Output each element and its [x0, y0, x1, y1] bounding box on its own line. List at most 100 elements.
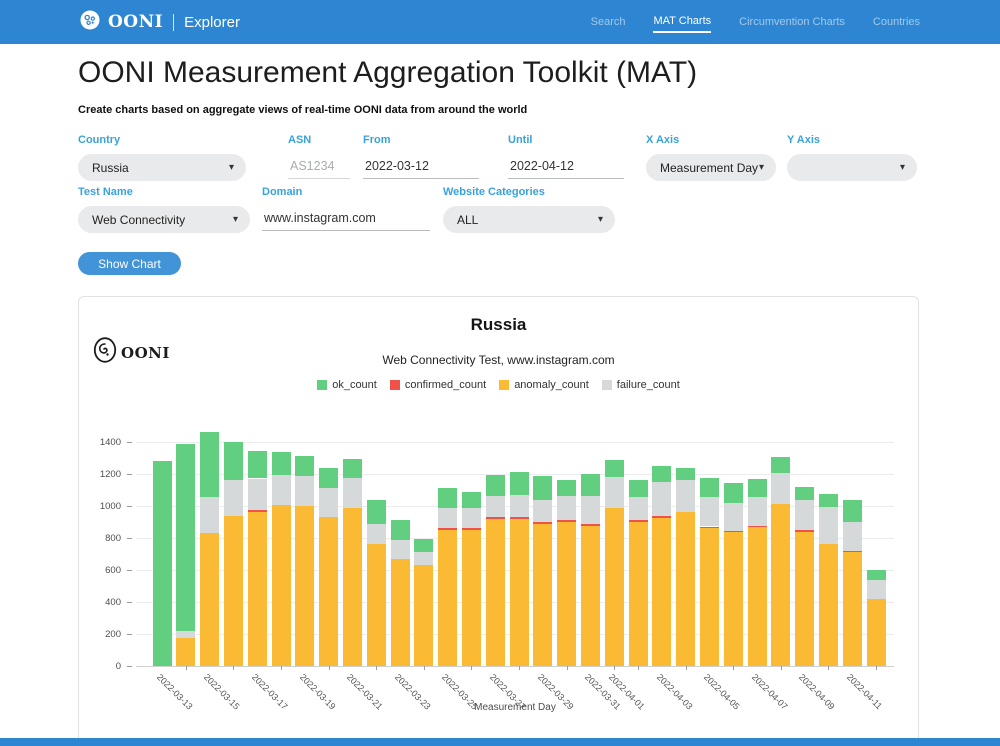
bar-segment-anomaly_count[interactable] — [581, 526, 600, 666]
bar-segment-ok_count[interactable] — [153, 461, 172, 666]
bar-segment-ok_count[interactable] — [843, 500, 862, 522]
bar-segment-confirmed_count[interactable] — [629, 520, 648, 522]
bar-segment-ok_count[interactable] — [533, 476, 552, 499]
bar-segment-failure_count[interactable] — [462, 508, 481, 528]
bar-segment-confirmed_count[interactable] — [724, 531, 743, 533]
bar-segment-ok_count[interactable] — [724, 483, 743, 503]
bar-segment-ok_count[interactable] — [343, 459, 362, 478]
bar-segment-anomaly_count[interactable] — [486, 519, 505, 666]
bar-segment-ok_count[interactable] — [676, 468, 695, 480]
bar-segment-ok_count[interactable] — [438, 488, 457, 508]
bar-segment-confirmed_count[interactable] — [557, 520, 576, 522]
bar-segment-anomaly_count[interactable] — [700, 528, 719, 666]
bar-segment-anomaly_count[interactable] — [367, 544, 386, 666]
bar-segment-ok_count[interactable] — [771, 457, 790, 473]
bar-segment-failure_count[interactable] — [224, 480, 243, 516]
bar-segment-anomaly_count[interactable] — [295, 506, 314, 666]
bar-segment-failure_count[interactable] — [176, 631, 195, 638]
nav-item-mat-charts[interactable]: MAT Charts — [653, 11, 711, 33]
website-categories-select[interactable]: ALL ▾ — [443, 206, 615, 233]
bar-segment-anomaly_count[interactable] — [414, 565, 433, 666]
bar-segment-failure_count[interactable] — [724, 503, 743, 531]
bar-segment-failure_count[interactable] — [581, 496, 600, 525]
bar-segment-ok_count[interactable] — [391, 520, 410, 541]
bar-segment-anomaly_count[interactable] — [557, 522, 576, 666]
bar-segment-confirmed_count[interactable] — [652, 516, 671, 518]
bar-segment-ok_count[interactable] — [510, 472, 529, 495]
test-name-select[interactable]: Web Connectivity ▾ — [78, 206, 250, 233]
bar-segment-confirmed_count[interactable] — [533, 522, 552, 524]
asn-input[interactable] — [288, 154, 350, 179]
bar-segment-anomaly_count[interactable] — [510, 519, 529, 666]
bar-segment-failure_count[interactable] — [557, 496, 576, 520]
bar-segment-ok_count[interactable] — [700, 478, 719, 497]
bar-segment-failure_count[interactable] — [248, 479, 267, 510]
ooni-explorer-logo[interactable]: OONI Explorer — [80, 10, 240, 35]
bar-segment-failure_count[interactable] — [343, 478, 362, 508]
bar-segment-ok_count[interactable] — [795, 487, 814, 501]
bar-segment-ok_count[interactable] — [224, 442, 243, 480]
bar-segment-confirmed_count[interactable] — [700, 527, 719, 529]
bar-segment-failure_count[interactable] — [533, 500, 552, 522]
bar-segment-ok_count[interactable] — [557, 480, 576, 497]
bar-segment-anomaly_count[interactable] — [272, 505, 291, 666]
bar-segment-failure_count[interactable] — [367, 524, 386, 545]
bar-segment-failure_count[interactable] — [510, 495, 529, 517]
bar-segment-ok_count[interactable] — [605, 460, 624, 477]
bar-segment-anomaly_count[interactable] — [748, 527, 767, 666]
bar-segment-failure_count[interactable] — [819, 507, 838, 545]
bar-segment-anomaly_count[interactable] — [248, 512, 267, 666]
bar-segment-anomaly_count[interactable] — [462, 530, 481, 666]
bar-segment-failure_count[interactable] — [605, 477, 624, 508]
bar-segment-ok_count[interactable] — [414, 539, 433, 553]
bar-segment-ok_count[interactable] — [295, 456, 314, 477]
show-chart-button[interactable]: Show Chart — [78, 252, 181, 275]
bar-segment-ok_count[interactable] — [629, 480, 648, 497]
bar-segment-anomaly_count[interactable] — [319, 517, 338, 666]
bar-segment-confirmed_count[interactable] — [581, 524, 600, 526]
bar-segment-anomaly_count[interactable] — [819, 544, 838, 666]
bar-segment-anomaly_count[interactable] — [176, 638, 195, 666]
bar-segment-failure_count[interactable] — [200, 497, 219, 533]
bar-segment-anomaly_count[interactable] — [771, 504, 790, 666]
bar-segment-ok_count[interactable] — [748, 479, 767, 497]
bar-segment-ok_count[interactable] — [176, 444, 195, 631]
domain-input[interactable] — [262, 206, 430, 231]
legend-item-anomaly_count[interactable]: anomaly_count — [499, 379, 589, 391]
bar-segment-anomaly_count[interactable] — [438, 530, 457, 666]
bar-segment-confirmed_count[interactable] — [748, 526, 767, 527]
bar-segment-failure_count[interactable] — [391, 540, 410, 558]
bar-segment-confirmed_count[interactable] — [438, 528, 457, 530]
bar-segment-ok_count[interactable] — [319, 468, 338, 488]
bar-segment-ok_count[interactable] — [272, 452, 291, 474]
bar-segment-failure_count[interactable] — [700, 497, 719, 527]
bar-segment-ok_count[interactable] — [248, 451, 267, 479]
bar-segment-anomaly_count[interactable] — [867, 599, 886, 666]
bar-segment-anomaly_count[interactable] — [224, 516, 243, 666]
bar-segment-failure_count[interactable] — [414, 552, 433, 565]
bar-segment-ok_count[interactable] — [367, 500, 386, 524]
bar-segment-failure_count[interactable] — [843, 522, 862, 552]
bar-segment-ok_count[interactable] — [581, 474, 600, 496]
country-select[interactable]: Russia ▾ — [78, 154, 246, 181]
bar-segment-failure_count[interactable] — [272, 475, 291, 505]
bar-segment-anomaly_count[interactable] — [652, 518, 671, 666]
bar-segment-failure_count[interactable] — [795, 500, 814, 530]
bar-segment-anomaly_count[interactable] — [795, 532, 814, 666]
bar-segment-anomaly_count[interactable] — [843, 552, 862, 666]
bar-segment-failure_count[interactable] — [486, 496, 505, 518]
y-axis-select[interactable]: ▾ — [787, 154, 917, 181]
bar-segment-ok_count[interactable] — [462, 492, 481, 509]
nav-item-circumvention-charts[interactable]: Circumvention Charts — [739, 12, 845, 32]
bar-segment-anomaly_count[interactable] — [724, 532, 743, 666]
bar-segment-failure_count[interactable] — [295, 476, 314, 506]
bar-segment-confirmed_count[interactable] — [248, 510, 267, 512]
bar-segment-failure_count[interactable] — [748, 497, 767, 526]
until-date-input[interactable] — [508, 154, 624, 179]
bar-segment-confirmed_count[interactable] — [462, 528, 481, 530]
bar-segment-failure_count[interactable] — [771, 473, 790, 504]
nav-item-countries[interactable]: Countries — [873, 12, 920, 32]
bar-segment-anomaly_count[interactable] — [629, 522, 648, 666]
bar-segment-confirmed_count[interactable] — [486, 517, 505, 519]
bar-segment-ok_count[interactable] — [867, 570, 886, 580]
